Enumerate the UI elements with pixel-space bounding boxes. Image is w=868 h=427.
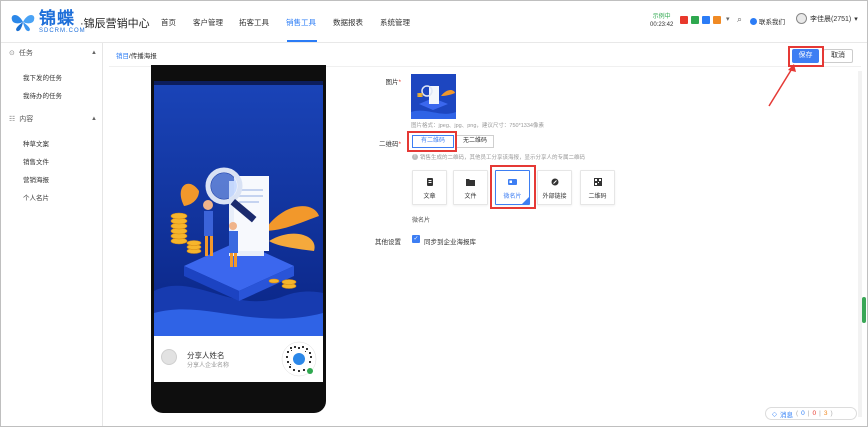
cancel-button[interactable]: 取消 <box>823 49 853 63</box>
selected-type-text: 微名片 <box>412 218 431 224</box>
sidebar-item-my-issued-tasks[interactable]: 我下发的任务 <box>23 72 62 82</box>
user-menu[interactable]: 李佳晨(2751) ▾ <box>796 13 858 24</box>
qrcode-no-option[interactable]: 无二维码 <box>456 135 494 148</box>
breadcrumb: 销目/传播海报 <box>116 50 157 60</box>
qrcode-label: 二维码* <box>378 141 401 148</box>
sharer-company: 分享人企业名称 <box>187 363 230 369</box>
butterfly-logo-icon <box>11 15 35 32</box>
nav-customers[interactable]: 客户管理 <box>193 17 223 28</box>
app-green-icon[interactable] <box>691 16 699 24</box>
sync-checkbox[interactable]: ✓ <box>412 235 420 243</box>
chevron-down-icon: ▾ <box>854 15 858 23</box>
active-nav-indicator <box>287 40 317 42</box>
article-icon <box>426 178 433 186</box>
annotation-arrow <box>768 64 796 107</box>
search-icon[interactable]: ⌕ <box>737 14 742 25</box>
poster-thumbnail[interactable] <box>411 74 456 119</box>
type-file-option[interactable]: 文件 <box>453 170 488 205</box>
sharer-avatar <box>161 349 177 365</box>
app-orange-icon[interactable] <box>713 16 721 24</box>
other-settings-label: 其他设置 <box>375 239 401 246</box>
message-icon: ◇ <box>772 410 777 418</box>
contact-label: 联系我们 <box>759 19 785 26</box>
contact-us-button[interactable]: 联系我们 <box>750 16 785 26</box>
timer-value: 00:23:42 <box>650 22 674 28</box>
nav-prospecting[interactable]: 拓客工具 <box>239 17 269 28</box>
breadcrumb-current: /传播海报 <box>129 53 157 60</box>
vertical-scrollbar[interactable] <box>858 71 862 417</box>
session-timer: 示例中 00:23:42 <box>650 13 673 29</box>
brand-domain: SDCRM.COM <box>39 28 86 34</box>
type-article-option[interactable]: 文章 <box>412 170 447 205</box>
sync-label: 同步到企业海报库 <box>424 239 476 246</box>
highlight-card-box <box>490 165 536 209</box>
content-icon: ☷ <box>9 116 16 123</box>
chat-icon <box>750 17 757 25</box>
image-label: 图片* <box>385 79 401 86</box>
qrcode-icon <box>593 178 602 186</box>
sidebar-section-tasks[interactable]: ⊙ 任务 ▲ <box>9 48 97 58</box>
sidebar-item-sales-files[interactable]: 销售文件 <box>23 156 49 166</box>
message-count-2: 0 <box>812 410 817 417</box>
sidebar-item-my-todo-tasks[interactable]: 我待办的任务 <box>23 90 62 100</box>
avatar <box>796 13 807 24</box>
logo[interactable]: 锦蝶 SDCRM.COM <box>10 10 86 34</box>
app-window: 锦蝶 SDCRM.COM ·锦辰营销中心 首页 客户管理 拓客工具 销售工具 数… <box>0 0 868 427</box>
sidebar: ⊙ 任务 ▲ 我下发的任务 我待办的任务 ☷ 内容 ▲ 种草文案 销售文件 营销… <box>1 43 103 426</box>
message-count-1: 0 <box>801 410 805 417</box>
sidebar-item-copywriting[interactable]: 种草文案 <box>23 138 49 148</box>
brand-name: 锦蝶 <box>39 9 75 28</box>
top-header: 锦蝶 SDCRM.COM ·锦辰营销中心 首页 客户管理 拓客工具 销售工具 数… <box>1 1 867 43</box>
folder-icon <box>466 179 475 186</box>
app-blue-icon[interactable] <box>702 16 710 24</box>
info-icon: ! <box>412 154 418 160</box>
section-title: 内容 <box>19 116 34 123</box>
chevron-up-icon: ▲ <box>91 50 97 56</box>
task-icon: ⊙ <box>9 50 15 57</box>
user-name: 李佳晨(2751) <box>810 15 852 23</box>
sidebar-item-business-card[interactable]: 个人名片 <box>23 192 49 202</box>
nav-sales-tools[interactable]: 销售工具 <box>286 17 316 28</box>
sidebar-item-marketing-posters[interactable]: 营销海报 <box>23 174 49 184</box>
app-title: ·锦辰营销中心 <box>80 18 150 30</box>
phone-preview: 分享人姓名 分享人企业名称 <box>151 65 326 413</box>
scrollbar-thumb[interactable] <box>862 297 866 323</box>
breadcrumb-link[interactable]: 销目 <box>116 53 129 60</box>
message-counter[interactable]: ◇ 消息 ( 0 | 0 | 3 ) <box>765 407 857 420</box>
type-link-option[interactable]: 外部链接 <box>537 170 572 205</box>
qrcode-icon <box>281 341 317 377</box>
type-qrcode-option[interactable]: 二维码 <box>580 170 615 205</box>
message-label: 消息 <box>780 411 793 419</box>
sidebar-section-content[interactable]: ☷ 内容 ▲ <box>9 114 97 124</box>
link-icon <box>551 178 558 186</box>
qrcode-hint: ! 销售生成的二维码，其他员工分享该海报，显示分享人的专属二维码 <box>412 153 585 161</box>
nav-reports[interactable]: 数据报表 <box>333 17 363 28</box>
section-title: 任务 <box>18 50 33 57</box>
sharer-card: 分享人姓名 分享人企业名称 <box>154 336 323 382</box>
chevron-up-icon: ▲ <box>91 116 97 122</box>
nav-home[interactable]: 首页 <box>161 17 176 28</box>
image-format-hint: 图片格式：jpeg、jpg、png，建议尺寸：750*1334像素 <box>411 123 544 129</box>
nav-system[interactable]: 系统管理 <box>380 17 410 28</box>
message-count-3: 3 <box>823 410 828 417</box>
highlight-qrcode-box <box>407 131 457 152</box>
poster-illustration <box>154 81 323 336</box>
app-red-icon[interactable] <box>680 16 688 24</box>
timer-label: 示例中 <box>652 14 671 20</box>
chevron-down-icon[interactable]: ▾ <box>726 15 730 23</box>
